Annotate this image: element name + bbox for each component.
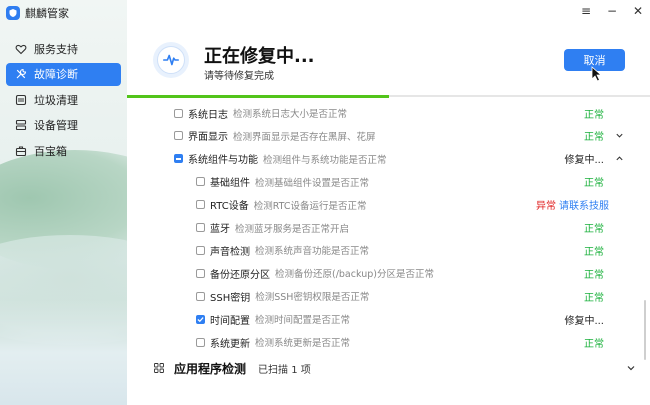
sidebar-item-device-management[interactable]: 设备管理: [6, 114, 121, 137]
check-row[interactable]: RTC设备 检测RTC设备运行是否正常 异常 请联系技服: [127, 195, 637, 215]
sidebar-item-fault-diagnosis[interactable]: 故障诊断: [6, 62, 121, 86]
broom-icon: [15, 94, 27, 106]
check-name: 备份还原分区: [210, 269, 270, 281]
toolbox-icon: [15, 145, 27, 157]
app-title: 麒麟管家: [6, 5, 69, 21]
check-status: 修复中...: [564, 155, 604, 167]
repair-progress-bar: [127, 94, 650, 98]
check-name: 系统日志: [188, 109, 228, 121]
check-row[interactable]: 系统更新 检测系统更新是否正常 正常: [127, 332, 637, 352]
check-row[interactable]: 声音检测 检测系统声音功能是否正常 正常: [127, 240, 637, 260]
check-name: 时间配置: [210, 315, 250, 327]
check-description: 检测界面显示是否存在黑屏、花屏: [233, 131, 376, 143]
page-subtitle: 请等待修复完成: [204, 71, 274, 82]
window-controls: ≡ − ✕: [580, 4, 644, 18]
checkbox[interactable]: [174, 108, 183, 118]
chevron-down-icon[interactable]: [626, 363, 636, 373]
sidebar-item-label: 服务支持: [34, 42, 78, 56]
checkbox[interactable]: [196, 177, 205, 187]
tools-icon: [15, 68, 27, 80]
check-status: 正常: [584, 132, 604, 144]
check-status: 正常: [584, 224, 604, 235]
close-icon[interactable]: ✕: [632, 4, 644, 18]
checkbox[interactable]: [174, 131, 183, 141]
sidebar-item-junk-cleanup[interactable]: 垃圾清理: [6, 88, 121, 111]
minimize-icon[interactable]: −: [606, 4, 618, 18]
sidebar-item-label: 百宝箱: [34, 144, 67, 158]
check-status: 正常: [584, 338, 604, 350]
sidebar-nav: 服务支持 故障诊断 垃圾清理 设备管理 百宝箱: [6, 37, 121, 165]
app-name: 麒麟管家: [25, 7, 69, 20]
check-row[interactable]: 蓝牙 检测蓝牙服务是否正常开启 正常: [127, 218, 637, 238]
checkbox[interactable]: [196, 200, 205, 210]
app-check-section[interactable]: 应用程序检测 已扫描 1 项: [154, 358, 636, 378]
check-description: 检测备份还原(/backup)分区是否正常: [275, 269, 434, 281]
scrollbar[interactable]: [644, 300, 646, 360]
sidebar: 麒麟管家 服务支持 故障诊断 垃圾清理 设备管理 百宝箱: [0, 0, 127, 405]
mouse-cursor-icon: [591, 66, 603, 82]
check-name: 界面显示: [188, 132, 228, 144]
check-name: 蓝牙: [210, 224, 230, 235]
check-description: 检测系统声音功能是否正常: [255, 246, 370, 258]
checkbox[interactable]: [196, 245, 205, 255]
check-name: 系统更新: [210, 338, 250, 350]
sidebar-item-toolbox[interactable]: 百宝箱: [6, 139, 121, 162]
check-status: 正常: [584, 178, 604, 190]
check-row[interactable]: SSH密钥 检测SSH密钥权限是否正常 正常: [127, 286, 637, 306]
checkbox[interactable]: [196, 223, 205, 232]
checkbox[interactable]: [196, 337, 205, 347]
check-name: SSH密钥: [210, 292, 251, 304]
check-name: 系统组件与功能: [188, 155, 258, 167]
check-description: 检测蓝牙服务是否正常开启: [235, 223, 350, 235]
sidebar-item-label: 故障诊断: [34, 68, 78, 81]
sidebar-background-mist: [0, 300, 127, 405]
check-row[interactable]: 界面显示 检测界面显示是否存在黑屏、花屏 正常: [127, 126, 637, 146]
check-description: 检测系统更新是否正常: [255, 338, 351, 349]
section-scan-count: 已扫描 1 项: [258, 364, 311, 376]
sidebar-item-label: 垃圾清理: [34, 93, 78, 107]
check-row[interactable]: 系统组件与功能 检测组件与系统功能是否正常 修复中...: [127, 149, 637, 169]
check-status: 异常: [536, 201, 556, 213]
check-status: 正常: [584, 109, 604, 121]
check-row[interactable]: 备份还原分区 检测备份还原(/backup)分区是否正常 正常: [127, 263, 637, 283]
checkbox-partial[interactable]: [174, 154, 183, 164]
check-status: 修复中...: [564, 315, 604, 327]
checkbox-checked[interactable]: [196, 314, 205, 324]
check-description: 检测系统日志大小是否正常: [233, 109, 348, 120]
check-status: 正常: [584, 269, 604, 281]
section-title: 应用程序检测: [174, 361, 247, 376]
check-row[interactable]: 基础组件 检测基础组件设置是否正常 正常: [127, 172, 637, 192]
check-description: 检测RTC设备运行是否正常: [253, 200, 367, 212]
check-status: 正常: [584, 292, 604, 304]
check-status: 正常: [584, 246, 604, 258]
menu-icon[interactable]: ≡: [580, 4, 592, 18]
repair-progress-fill: [127, 94, 389, 98]
heart-icon: [15, 43, 27, 55]
checkbox[interactable]: [196, 268, 205, 278]
check-name: 基础组件: [210, 178, 250, 190]
chevron-up-icon[interactable]: [614, 154, 624, 164]
check-name: 声音检测: [210, 246, 250, 258]
check-name: RTC设备: [210, 201, 249, 213]
sidebar-item-service-support[interactable]: 服务支持: [6, 37, 121, 60]
device-icon: [15, 119, 27, 131]
check-row[interactable]: 时间配置 检测时间配置是否正常 修复中...: [127, 309, 637, 329]
check-row[interactable]: 系统日志 检测系统日志大小是否正常 正常: [127, 103, 637, 123]
check-description: 检测基础组件设置是否正常: [255, 177, 370, 189]
check-description: 检测SSH密钥权限是否正常: [255, 292, 370, 304]
apps-grid-icon: [154, 363, 164, 373]
page-title: 正在修复中...: [204, 46, 315, 67]
check-description: 检测组件与系统功能是否正常: [263, 154, 387, 166]
check-description: 检测时间配置是否正常: [255, 315, 351, 327]
app-logo-icon: [6, 6, 20, 20]
main-panel: ≡ − ✕ 正在修复中... 请等待修复完成 取消 系统日志 检测系统日志大小是否…: [127, 0, 650, 405]
sidebar-item-label: 设备管理: [34, 119, 78, 132]
chevron-down-icon[interactable]: [614, 131, 624, 141]
contact-support-link[interactable]: 请联系技服: [559, 197, 609, 212]
repair-status-icon: [153, 42, 189, 78]
checkbox[interactable]: [196, 291, 205, 301]
